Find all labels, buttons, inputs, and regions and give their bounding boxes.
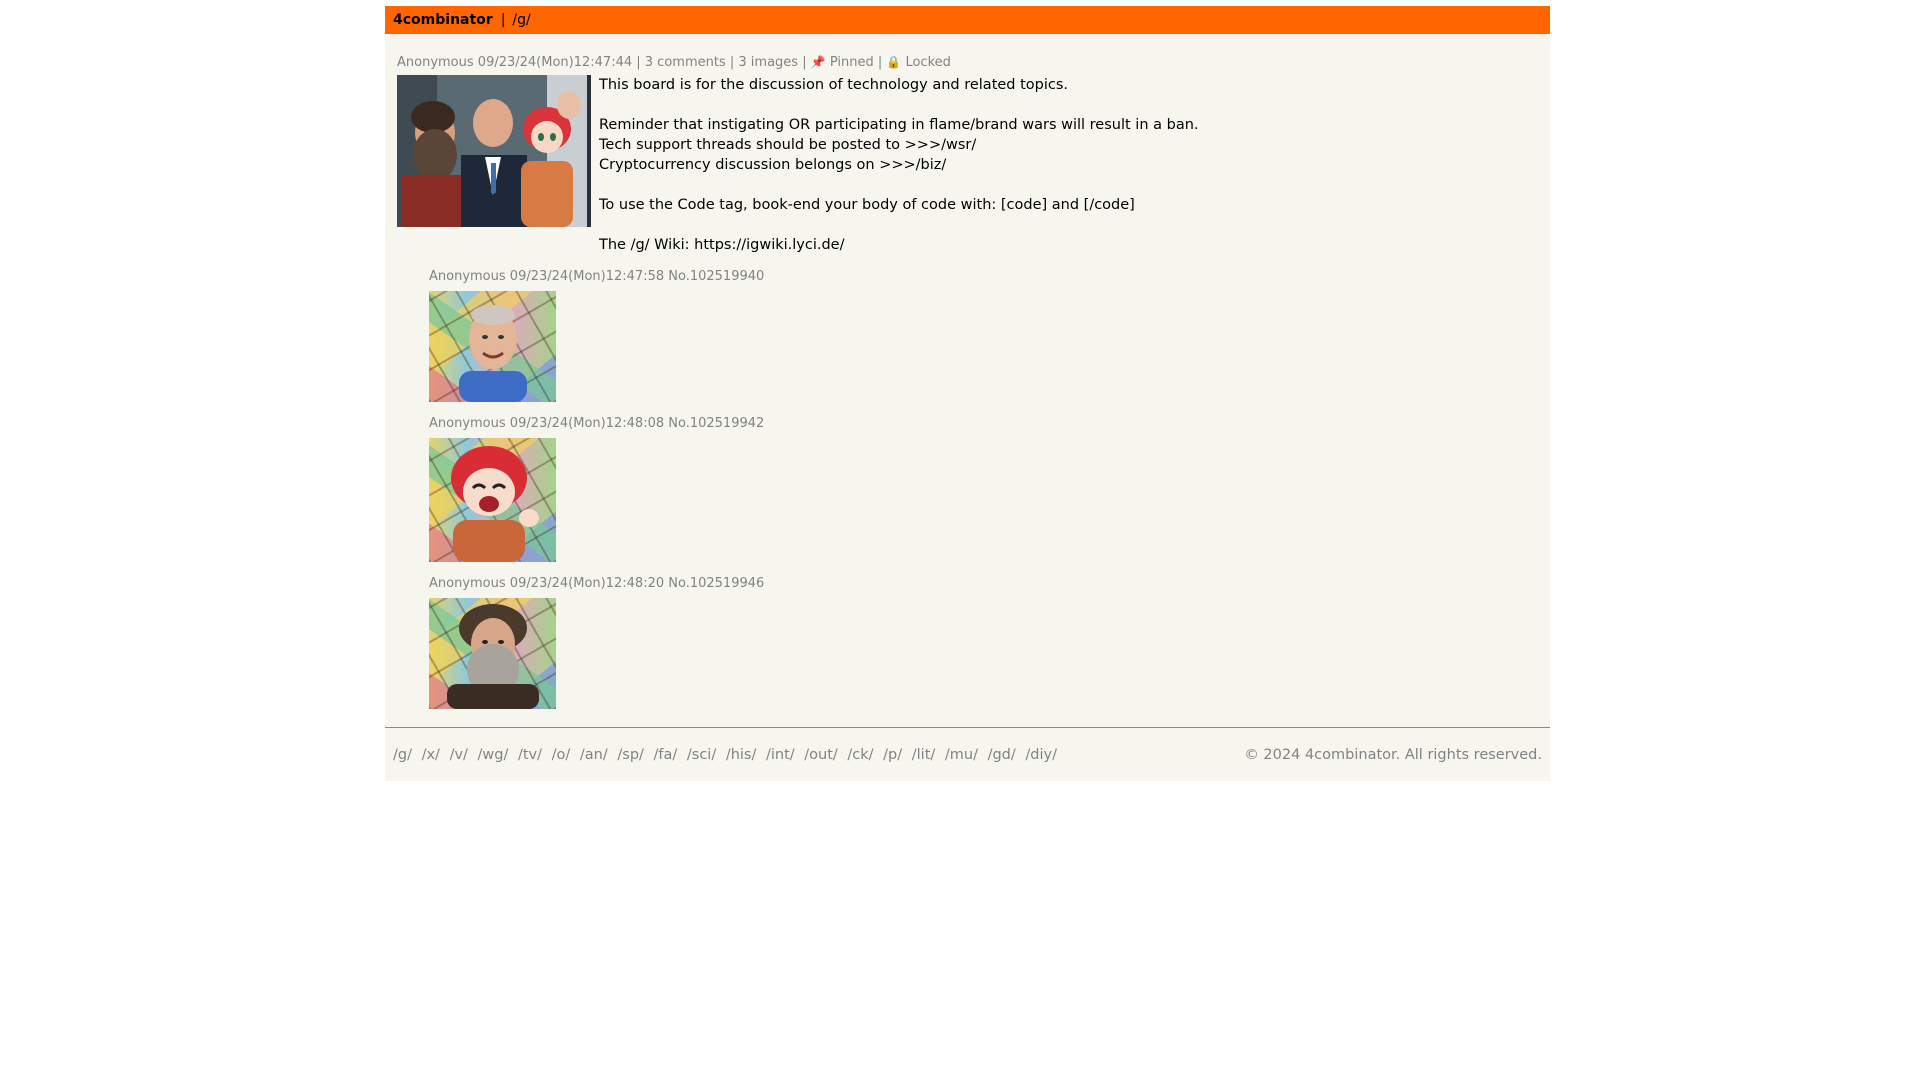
copyright-text: © 2024 4combinator. All rights reserved. bbox=[1244, 746, 1542, 763]
reply-number-link[interactable]: No.102519946 bbox=[668, 576, 764, 591]
board-link-mu[interactable]: /mu/ bbox=[945, 747, 978, 763]
board-link-sp[interactable]: /sp/ bbox=[617, 747, 644, 763]
footer: /g/ /x/ /v/ /wg/ /tv/ /o/ /an/ /sp/ /fa/… bbox=[385, 727, 1550, 781]
board-link-fa[interactable]: /fa/ bbox=[654, 747, 678, 763]
board-nav: /g/ /x/ /v/ /wg/ /tv/ /o/ /an/ /sp/ /fa/… bbox=[393, 747, 1062, 763]
reply-meta: Anonymous 09/23/24(Mon)12:48:08 No.10251… bbox=[429, 416, 1538, 432]
op-line-techsupport: Tech support threads should be posted to… bbox=[599, 137, 977, 153]
board-link-wg[interactable]: /wg/ bbox=[478, 747, 509, 763]
board-link-an[interactable]: /an/ bbox=[580, 747, 608, 763]
locked-label: Locked bbox=[905, 55, 951, 70]
reply-author: Anonymous bbox=[429, 416, 506, 431]
reply-thumbnail[interactable] bbox=[429, 438, 556, 562]
reply-image bbox=[451, 446, 539, 562]
op-line-code: To use the Code tag, book-end your body … bbox=[599, 197, 1135, 213]
reply-post: Anonymous 09/23/24(Mon)12:48:08 No.10251… bbox=[429, 416, 1538, 562]
board-link-diy[interactable]: /diy/ bbox=[1025, 747, 1057, 763]
board-link-g[interactable]: /g/ bbox=[393, 747, 412, 763]
thread: Anonymous 09/23/24(Mon)12:47:44 | 3 comm… bbox=[385, 34, 1550, 727]
op-body: This board is for the discussion of tech… bbox=[599, 75, 1199, 255]
board-link-sci[interactable]: /sci/ bbox=[687, 747, 716, 763]
board-link-int[interactable]: /int/ bbox=[766, 747, 795, 763]
op-author: Anonymous bbox=[397, 55, 474, 70]
brand-link[interactable]: 4combinator bbox=[393, 12, 493, 28]
op-line-wiki: The /g/ Wiki: https://igwiki.lyci.de/ bbox=[599, 237, 845, 253]
comments-link[interactable]: 3 comments bbox=[645, 55, 726, 70]
op-datetime: 09/23/24(Mon)12:47:44 bbox=[477, 55, 633, 70]
board-link-ck[interactable]: /ck/ bbox=[847, 747, 873, 763]
reply-meta: Anonymous 09/23/24(Mon)12:48:20 No.10251… bbox=[429, 576, 1538, 592]
padlock-icon: 🔒 bbox=[886, 55, 902, 69]
op-line-rules: Reminder that instigating OR participati… bbox=[599, 117, 1199, 133]
pinned-label: Pinned bbox=[829, 55, 874, 70]
op-image bbox=[397, 75, 591, 227]
op-meta: Anonymous 09/23/24(Mon)12:47:44 | 3 comm… bbox=[397, 55, 951, 70]
op-thumbnail[interactable] bbox=[397, 75, 591, 227]
board-link-x[interactable]: /x/ bbox=[422, 747, 440, 763]
reply-author: Anonymous bbox=[429, 269, 506, 284]
board-link-v[interactable]: /v/ bbox=[450, 747, 468, 763]
board-link-gd[interactable]: /gd/ bbox=[988, 747, 1016, 763]
board-link[interactable]: /g/ bbox=[512, 12, 530, 28]
reply-post: Anonymous 09/23/24(Mon)12:47:58 No.10251… bbox=[429, 269, 1538, 402]
reply-datetime: 09/23/24(Mon)12:47:58 bbox=[509, 269, 665, 284]
reply-datetime: 09/23/24(Mon)12:48:20 bbox=[509, 576, 665, 591]
header-separator: | bbox=[500, 12, 506, 28]
board-link-tv[interactable]: /tv/ bbox=[518, 747, 542, 763]
reply-author: Anonymous bbox=[429, 576, 506, 591]
reply-number-link[interactable]: No.102519940 bbox=[668, 269, 764, 284]
top-bar: 4combinator | /g/ bbox=[385, 6, 1550, 34]
page-container: 4combinator | /g/ Anonymous 09/23/24(Mon… bbox=[385, 6, 1550, 781]
reply-image bbox=[447, 604, 539, 709]
reply-post: Anonymous 09/23/24(Mon)12:48:20 No.10251… bbox=[429, 576, 1538, 709]
board-link-his[interactable]: /his/ bbox=[726, 747, 757, 763]
reply-thumbnail[interactable] bbox=[429, 291, 556, 402]
op-line-intro: This board is for the discussion of tech… bbox=[599, 77, 1069, 93]
pushpin-icon: 📌 bbox=[810, 55, 826, 69]
board-link-lit[interactable]: /lit/ bbox=[912, 747, 936, 763]
board-link-p[interactable]: /p/ bbox=[883, 747, 902, 763]
op-post: This board is for the discussion of tech… bbox=[397, 75, 1538, 255]
board-link-out[interactable]: /out/ bbox=[804, 747, 838, 763]
reply-number-link[interactable]: No.102519942 bbox=[668, 416, 764, 431]
reply-meta: Anonymous 09/23/24(Mon)12:47:58 No.10251… bbox=[429, 269, 1538, 285]
op-line-crypto: Cryptocurrency discussion belongs on >>>… bbox=[599, 157, 947, 173]
reply-datetime: 09/23/24(Mon)12:48:08 bbox=[509, 416, 665, 431]
board-link-o[interactable]: /o/ bbox=[552, 747, 571, 763]
reply-image bbox=[459, 305, 527, 402]
images-count: 3 images bbox=[738, 55, 799, 70]
reply-thumbnail[interactable] bbox=[429, 598, 556, 709]
